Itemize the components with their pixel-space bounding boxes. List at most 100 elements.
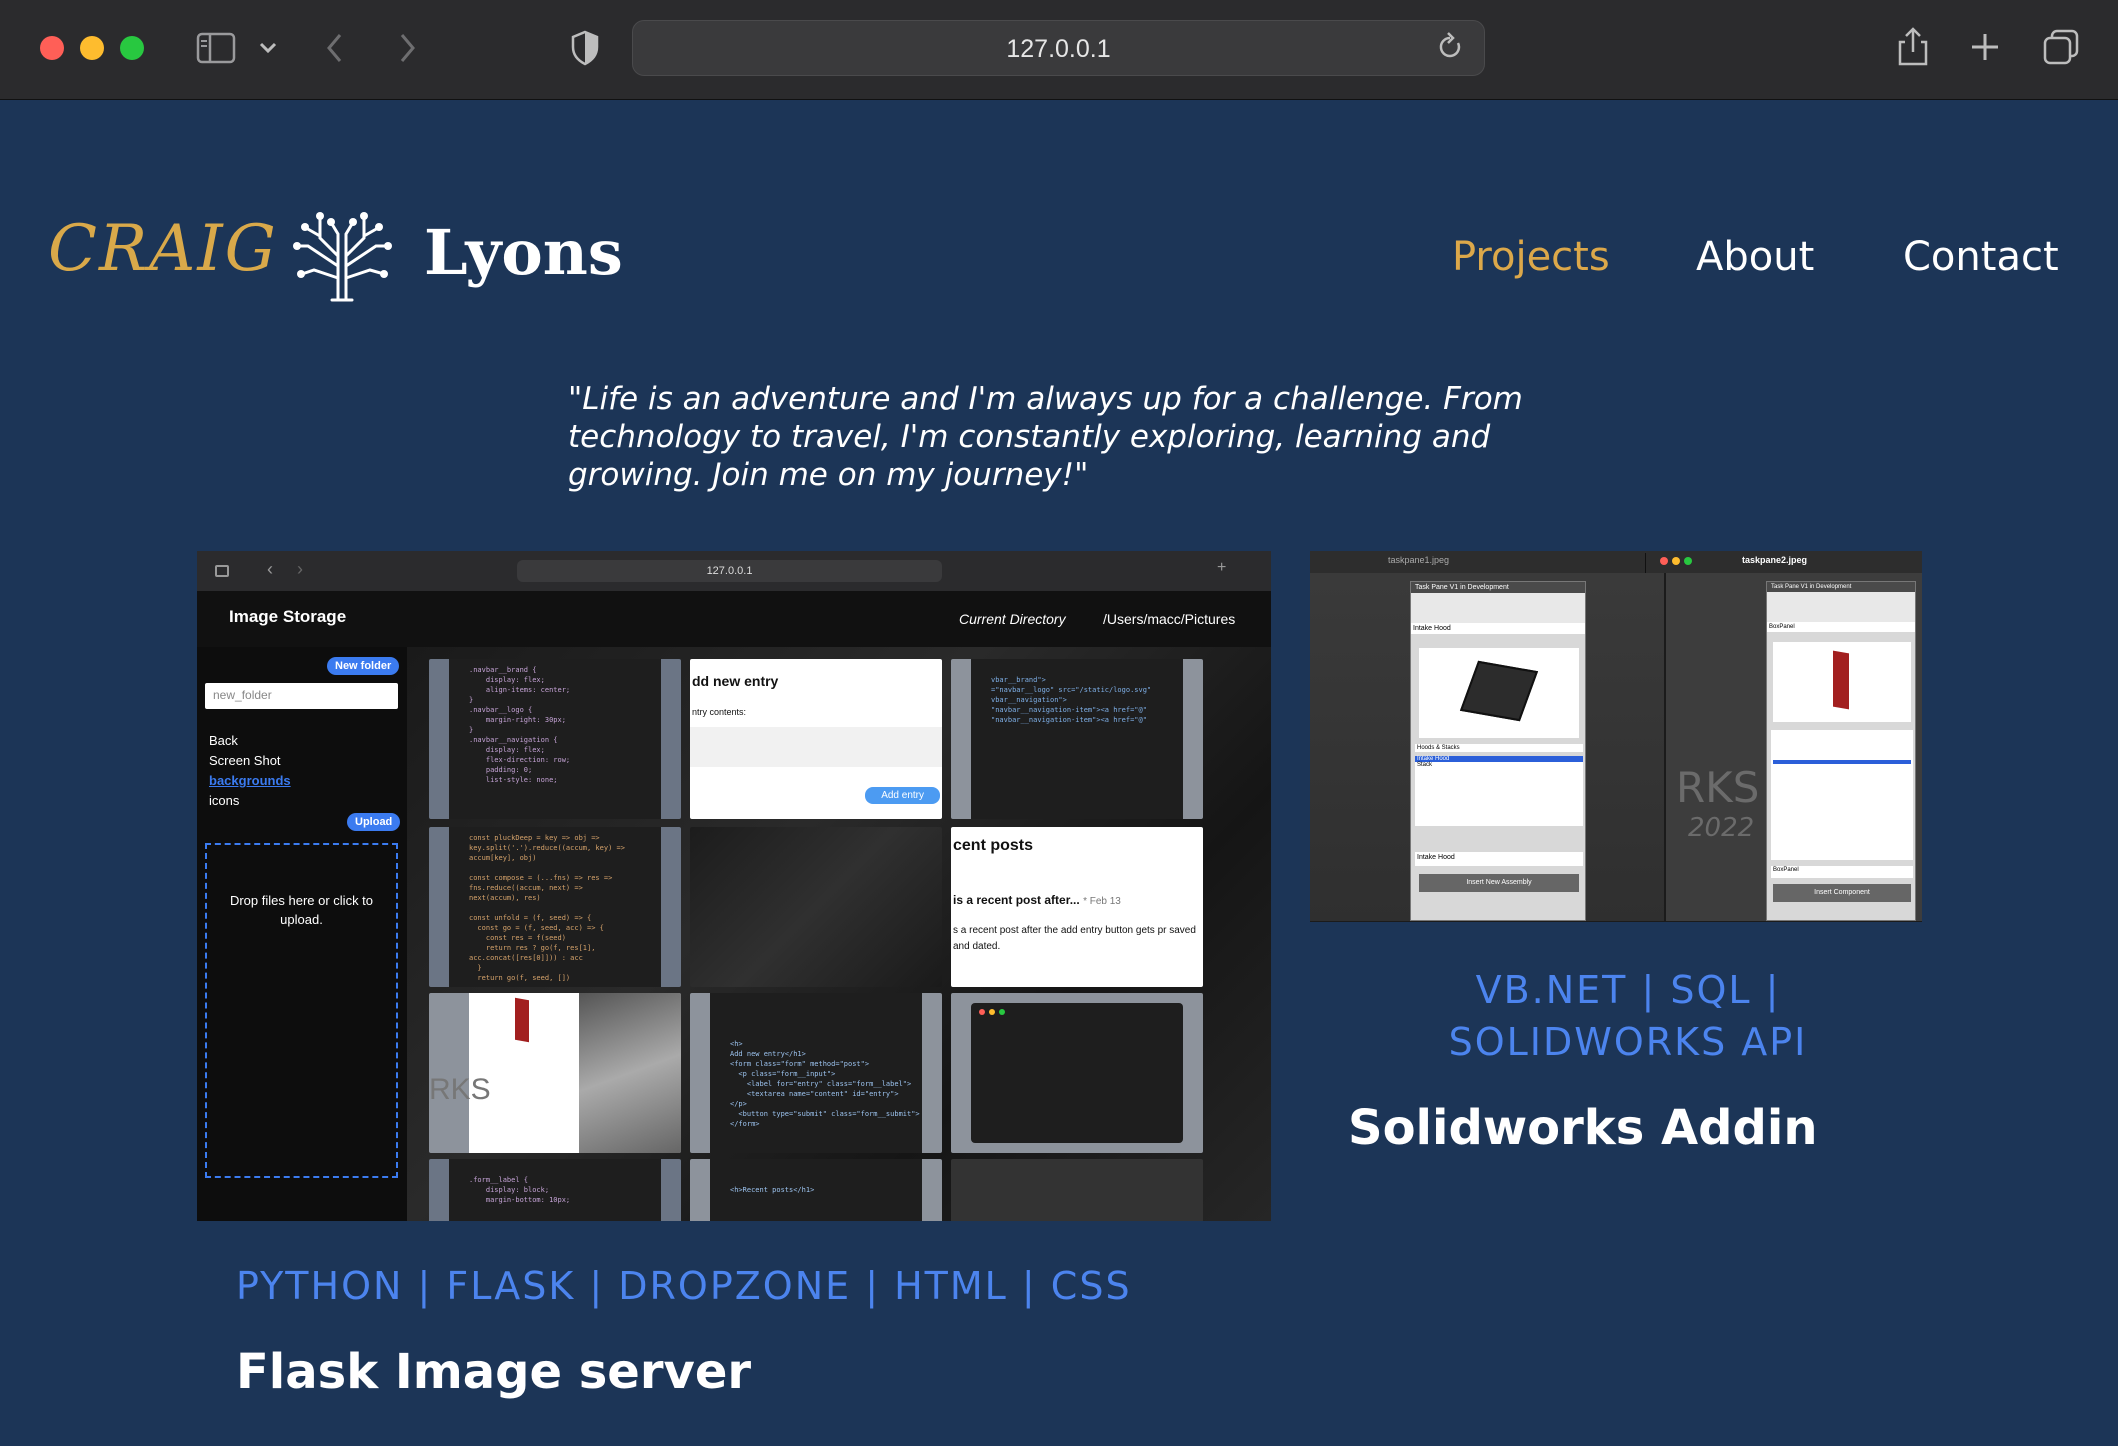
- divider: [1645, 553, 1646, 573]
- taskpane-list: [1771, 730, 1913, 860]
- shield-icon[interactable]: [570, 30, 600, 66]
- new-tab-icon[interactable]: [1970, 32, 2000, 62]
- hood-part-image: [1459, 660, 1539, 722]
- screenshot-window-bar: taskpane1.jpeg taskpane2.jpeg: [1310, 551, 1922, 573]
- tile-label: ntry contents:: [692, 707, 747, 717]
- screenshot-url: 127.0.0.1: [517, 560, 942, 582]
- taskpane-title: Task Pane V1 in Development: [1411, 582, 1585, 593]
- grid-tile: RKS: [429, 993, 681, 1153]
- screenshot-browser-toolbar: ‹ › 127.0.0.1 +: [197, 551, 1271, 591]
- screenshot-folder-list: Back Screen Shot backgrounds icons: [209, 731, 291, 811]
- taskpane-title: Task Pane V1 in Development: [1767, 582, 1915, 592]
- taskpane-list: Intake Hood Stack: [1415, 756, 1583, 826]
- grid-tile: [951, 993, 1203, 1153]
- taskpane-preview: [1773, 642, 1911, 722]
- sidebar-icon: [215, 565, 229, 577]
- tile-dot: [979, 1009, 985, 1015]
- taskpane-list-header: Hoods & Stacks: [1415, 744, 1583, 752]
- address-bar[interactable]: 127.0.0.1: [632, 20, 1485, 76]
- screenshot-taskpane: Task Pane V1 in Development BoxPanel Box…: [1766, 581, 1916, 921]
- screenshot-pane-right: RKS 2022 Task Pane V1 in Development Box…: [1666, 573, 1922, 921]
- tile-button: Add entry: [865, 787, 940, 804]
- taskpane-button: Insert New Assembly: [1419, 874, 1579, 892]
- share-icon[interactable]: [1896, 26, 1930, 68]
- tile-post-title: is a recent post after... * Feb 13: [953, 893, 1121, 907]
- grid-tile: vbar__brand"> ="navbar__logo" src="/stat…: [951, 659, 1203, 819]
- screenshot-current-dir-label: Current Directory: [959, 611, 1066, 627]
- grid-tile: <h>Recent posts</h1>: [690, 1159, 942, 1221]
- nav-projects[interactable]: Projects: [1452, 234, 1610, 280]
- project-flask-tags: PYTHON | FLASK | DROPZONE | HTML | CSS: [236, 1264, 1132, 1308]
- project-solidworks-screenshot[interactable]: taskpane1.jpeg taskpane2.jpeg Task Pane …: [1310, 551, 1922, 922]
- list-item: Screen Shot: [209, 753, 281, 768]
- logo-first-name[interactable]: CRAIG: [48, 212, 278, 286]
- screenshot-new-folder-button: New folder: [327, 657, 400, 675]
- tile-dot: [989, 1009, 995, 1015]
- project-flask-title[interactable]: Flask Image server: [236, 1344, 751, 1400]
- browser-toolbar: 127.0.0.1: [0, 0, 2118, 100]
- nav-about[interactable]: About: [1696, 234, 1814, 280]
- project-solidworks-tags: VB.NET | SQL | SOLIDWORKS API: [1448, 968, 1808, 1064]
- screenshot-bg-year: 2022: [1688, 813, 1755, 843]
- screenshot-sidebar: New folder new_folder Back Screen Shot b…: [197, 647, 407, 1221]
- tab-overview-icon[interactable]: [2042, 28, 2080, 66]
- panel-part-image: [1833, 650, 1849, 710]
- tile-post-body: s a recent post after the add entry butt…: [953, 925, 1196, 952]
- back-arrow-icon[interactable]: [324, 32, 346, 64]
- new-tab-icon: +: [1217, 559, 1227, 576]
- screenshot-brand: Image Storage: [229, 607, 347, 626]
- taskpane-button: Insert Component: [1773, 884, 1911, 902]
- intro-quote: "Life is an adventure and I'm always up …: [568, 381, 1523, 493]
- zoom-window-button: [1684, 557, 1692, 565]
- close-window-button[interactable]: [40, 36, 64, 60]
- reload-icon[interactable]: [1436, 31, 1464, 63]
- tile-code-window: [971, 1003, 1183, 1143]
- tile-heading: cent posts: [953, 837, 1034, 854]
- taskpane-toolbar: [1411, 593, 1585, 623]
- project-solidworks-title[interactable]: Solidworks Addin: [1348, 1100, 1818, 1156]
- nav-contact[interactable]: Contact: [1903, 234, 2059, 280]
- taskpane-preview: [1419, 648, 1579, 738]
- circuit-tree-logo-icon[interactable]: [292, 206, 392, 302]
- url-text: 127.0.0.1: [1006, 35, 1111, 63]
- grid-tile: .navbar__brand { display: flex; align-it…: [429, 659, 681, 819]
- list-item: Back: [209, 733, 238, 748]
- tile-heading: dd new entry: [692, 673, 779, 689]
- grid-tile: const pluckDeep = key => obj => key.spli…: [429, 827, 681, 987]
- logo-last-name[interactable]: Lyons: [424, 216, 623, 289]
- screenshot-pane-left: Task Pane V1 in Development Intake Hood …: [1310, 573, 1664, 921]
- forward-arrow-icon: ›: [297, 559, 303, 579]
- screenshot-file2-name: taskpane2.jpeg: [1742, 555, 1808, 565]
- grid-tile: <h> Add new entry</h1> <form class="form…: [690, 993, 942, 1153]
- screenshot-file1-name: taskpane1.jpeg: [1388, 555, 1450, 565]
- sidebar-icon[interactable]: [196, 32, 236, 64]
- taskpane-section: BoxPanel: [1767, 622, 1915, 632]
- tile-part-image: [515, 997, 529, 1043]
- grid-tile: [951, 1159, 1203, 1221]
- tile-bg-text: RKS: [429, 1073, 491, 1106]
- minimize-window-button: [1672, 557, 1680, 565]
- screenshot-upload-button: Upload: [347, 813, 401, 831]
- tile-textarea: [690, 727, 942, 767]
- grid-tile: .form__label { display: block; margin-bo…: [429, 1159, 681, 1221]
- zoom-window-button[interactable]: [120, 36, 144, 60]
- screenshot-taskpane: Task Pane V1 in Development Intake Hood …: [1410, 581, 1586, 921]
- chevron-down-icon[interactable]: [258, 38, 278, 58]
- forward-arrow-icon[interactable]: [396, 32, 418, 64]
- list-selection: [1773, 760, 1911, 764]
- taskpane-section: Intake Hood: [1411, 623, 1585, 634]
- list-item: backgrounds: [209, 773, 291, 788]
- screenshot-bg-text: RKS: [1676, 763, 1760, 812]
- taskpane-field: BoxPanel: [1771, 866, 1913, 878]
- screenshot-image-grid: .navbar__brand { display: flex; align-it…: [407, 647, 1271, 1221]
- close-window-button: [1660, 557, 1668, 565]
- project-flask-screenshot[interactable]: ‹ › 127.0.0.1 + Image Storage Current Di…: [197, 551, 1271, 1221]
- taskpane-field: Intake Hood: [1415, 852, 1583, 866]
- back-arrow-icon: ‹: [267, 559, 273, 579]
- screenshot-folder-input: new_folder: [205, 683, 398, 709]
- list-item: Stack: [1417, 762, 1433, 768]
- minimize-window-button[interactable]: [80, 36, 104, 60]
- grid-tile: cent posts is a recent post after... * F…: [951, 827, 1203, 987]
- screenshot-dropzone: Drop files here or click to upload.: [205, 843, 398, 1178]
- taskpane-toolbar: [1767, 592, 1915, 622]
